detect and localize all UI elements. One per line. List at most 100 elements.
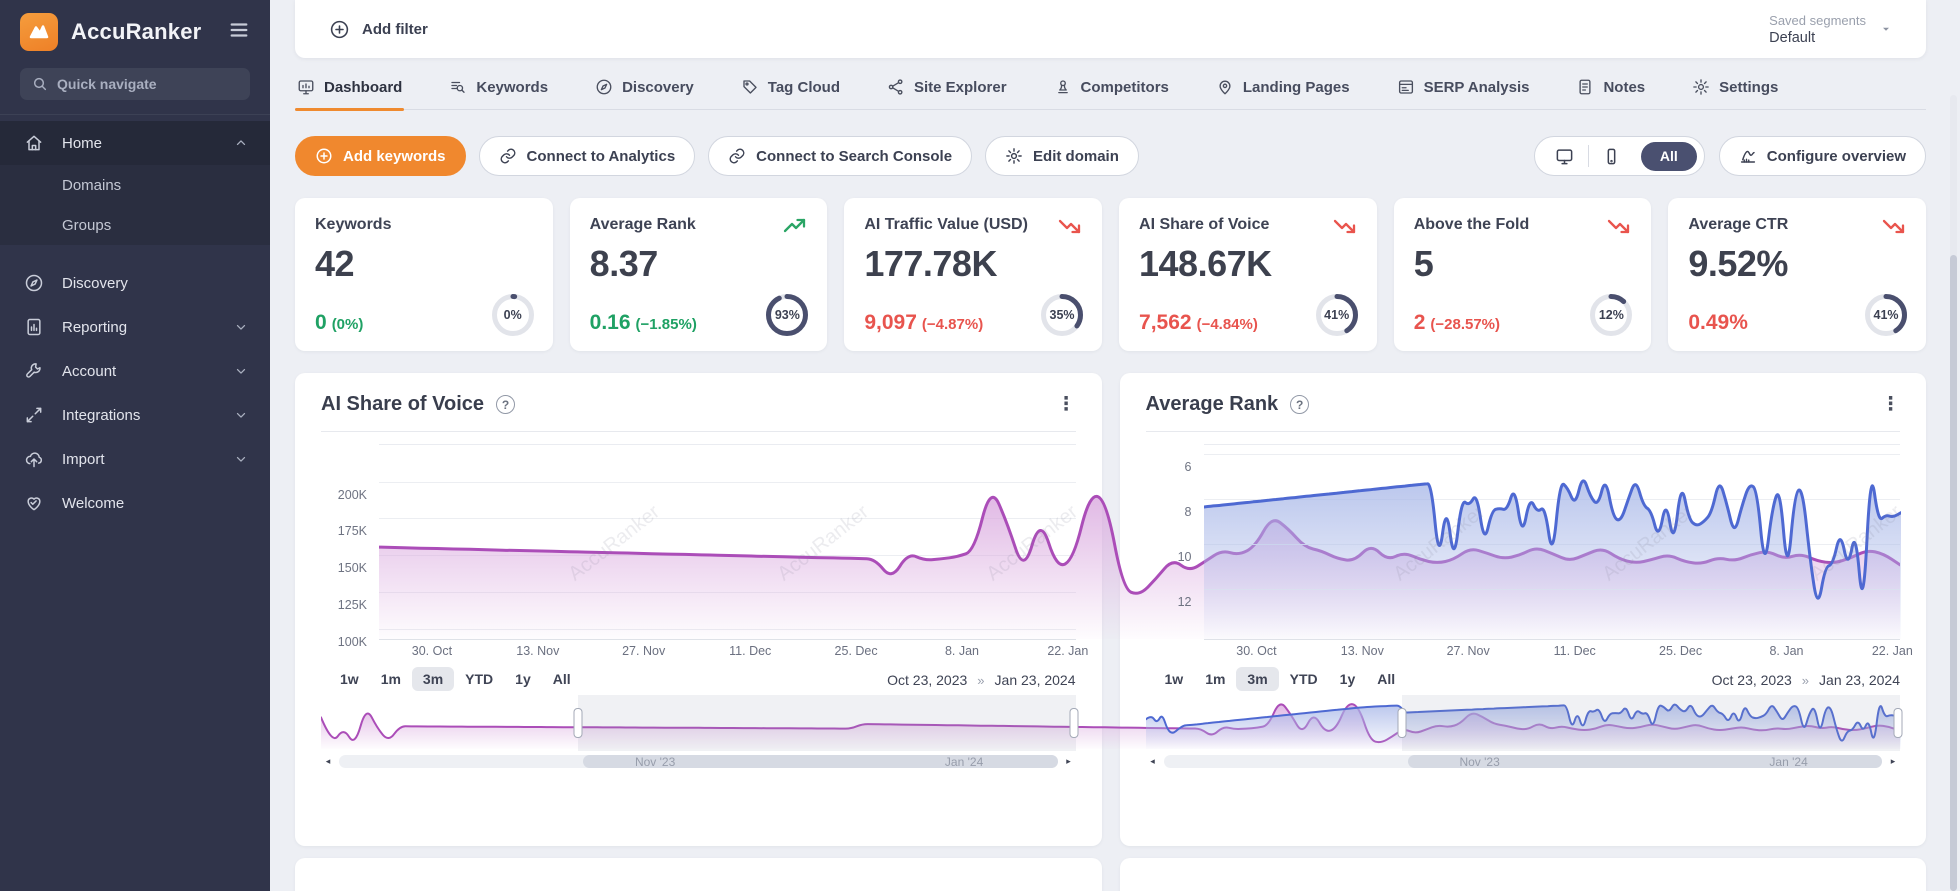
kpi-card-ai-traffic-value-usd-[interactable]: AI Traffic Value (USD) 177.78K 9,097 (−4.…: [844, 198, 1103, 351]
range-button-1w[interactable]: 1w: [329, 667, 370, 691]
chart-title: Average Rank: [1145, 393, 1279, 415]
add-filter-button[interactable]: Add filter: [329, 19, 428, 40]
brush-handle-left[interactable]: [1397, 708, 1407, 738]
kpi-card-ai-share-of-voice[interactable]: AI Share of Voice 148.67K 7,562 (−4.84%) …: [1119, 198, 1377, 351]
y-tick-label: 6: [1184, 460, 1192, 475]
sidebar-item-reporting[interactable]: Reporting: [0, 305, 270, 349]
tab-dashboard[interactable]: Dashboard: [295, 76, 405, 111]
tab-notes[interactable]: Notes: [1574, 76, 1647, 109]
chevron-down-icon: [234, 320, 248, 334]
x-tick-label: 11. Dec: [1553, 644, 1596, 658]
page-scrollbar-thumb[interactable]: [1950, 255, 1957, 891]
trend-down-icon: [1607, 216, 1631, 236]
tab-discovery[interactable]: Discovery: [593, 76, 696, 109]
sidebar-item-discovery[interactable]: Discovery: [0, 261, 270, 305]
mobile-icon: [1602, 147, 1621, 166]
scroll-right-icon[interactable]: ▸: [1886, 754, 1900, 769]
filter-bar: Add filter Saved segments Default: [295, 0, 1926, 58]
range-button-1w[interactable]: 1w: [1154, 667, 1195, 691]
help-icon[interactable]: ?: [496, 395, 516, 414]
date-range[interactable]: Oct 23, 2023 » Jan 23, 2024: [1712, 672, 1900, 688]
tab-site-explorer[interactable]: Site Explorer: [885, 76, 1009, 109]
range-button-1m[interactable]: 1m: [1194, 667, 1236, 691]
chart-scrollbar[interactable]: ◂ Nov '23 Jan '24 ▸: [321, 754, 1076, 769]
date-range[interactable]: Oct 23, 2023 » Jan 23, 2024: [887, 672, 1075, 688]
configure-overview-button[interactable]: Configure overview: [1718, 136, 1926, 176]
brush-handle-left[interactable]: [573, 708, 583, 738]
range-button-3m[interactable]: 3m: [411, 667, 455, 691]
kpi-card-above-the-fold[interactable]: Above the Fold 5 2 (−28.57%) 12%: [1393, 198, 1652, 351]
kpi-change: 9,097 (−4.87%): [864, 311, 984, 334]
next-row-cards: [295, 858, 1926, 891]
page-scrollbar[interactable]: [1950, 95, 1957, 891]
all-devices-toggle-button[interactable]: All: [1640, 141, 1697, 171]
brush-selection[interactable]: [1402, 695, 1900, 751]
scrollbar-thumb[interactable]: [1407, 755, 1882, 768]
hamburger-menu-icon[interactable]: [228, 19, 250, 46]
sidebar: AccuRanker Quick navigate Home Domains Gr…: [0, 0, 270, 891]
add-keywords-button[interactable]: Add keywords: [295, 136, 466, 176]
range-button-3m[interactable]: 3m: [1236, 667, 1279, 691]
kpi-change: 0 (0%): [315, 311, 364, 334]
x-axis-labels: 30. Oct 13. Nov 27. Nov 11. Dec 25. Dec 8. Ja…: [1204, 644, 1913, 664]
sidebar-subitem-groups[interactable]: Groups: [0, 205, 270, 245]
kpi-change: 0.16 (−1.85%): [589, 311, 697, 334]
brush-handle-right[interactable]: [1893, 708, 1903, 738]
quick-navigate-input[interactable]: Quick navigate: [20, 68, 250, 100]
brush-selection[interactable]: [577, 695, 1076, 751]
desktop-toggle-button[interactable]: [1542, 147, 1588, 166]
sidebar-item-import[interactable]: Import: [0, 437, 270, 481]
connect-analytics-button[interactable]: Connect to Analytics: [478, 136, 696, 176]
chart-icon: [1739, 147, 1757, 165]
kpi-title: Average Rank: [589, 216, 696, 233]
sidebar-item-home[interactable]: Home: [0, 121, 270, 165]
tab-serp-analysis[interactable]: SERP Analysis: [1395, 76, 1532, 109]
range-button-all[interactable]: All: [1366, 667, 1406, 691]
chart-scrollbar[interactable]: ◂ Nov '23 Jan '24 ▸: [1146, 754, 1901, 769]
sidebar-item-account[interactable]: Account: [0, 349, 270, 393]
tab-competitors[interactable]: Competitors: [1052, 76, 1171, 109]
range-button-all[interactable]: All: [542, 667, 582, 691]
sidebar-subitem-domains[interactable]: Domains: [0, 165, 270, 205]
tab-keywords[interactable]: Keywords: [447, 76, 550, 109]
mobile-toggle-button[interactable]: [1589, 147, 1635, 166]
y-axis-labels: 6 8 10 12: [1146, 444, 1204, 640]
kebab-menu-icon[interactable]: ⋮: [1057, 395, 1076, 414]
scrollbar-thumb[interactable]: [583, 755, 1058, 768]
help-icon[interactable]: ?: [1290, 395, 1310, 414]
tab-tag-cloud[interactable]: Tag Cloud: [739, 76, 842, 109]
x-tick-label: 27. Nov: [622, 644, 666, 658]
scroll-left-icon[interactable]: ◂: [1146, 754, 1160, 769]
x-tick-label: 25. Dec: [1659, 644, 1703, 658]
chart-brush[interactable]: [321, 695, 1900, 751]
chart-brush[interactable]: [1145, 695, 1903, 751]
kpi-donut: 41%: [1862, 291, 1910, 339]
range-button-1m[interactable]: 1m: [370, 667, 412, 691]
compass-icon: [24, 273, 44, 293]
tab-landing-pages[interactable]: Landing Pages: [1214, 76, 1352, 109]
tab-settings[interactable]: Settings: [1690, 76, 1780, 109]
edit-domain-button[interactable]: Edit domain: [985, 136, 1139, 176]
brush-handle-right[interactable]: [1069, 708, 1078, 738]
chart-plot[interactable]: AccuRankerAccuRankerAccuRanker: [1203, 444, 1906, 640]
kpi-card-average-rank[interactable]: Average Rank 8.37 0.16 (−1.85%) 93%: [569, 198, 828, 351]
connect-search-console-button[interactable]: Connect to Search Console: [708, 136, 973, 176]
range-button-ytd[interactable]: YTD: [454, 667, 504, 691]
scroll-right-icon[interactable]: ▸: [1062, 754, 1076, 769]
sidebar-item-welcome[interactable]: Welcome: [0, 481, 270, 525]
kebab-menu-icon[interactable]: ⋮: [1881, 395, 1900, 414]
range-button-1y[interactable]: 1y: [504, 667, 542, 691]
range-button-ytd[interactable]: YTD: [1279, 667, 1329, 691]
chevron-down-icon: [234, 408, 248, 422]
y-tick-label: 125K: [337, 597, 367, 612]
range-button-1y[interactable]: 1y: [1329, 667, 1367, 691]
sidebar-item-integrations[interactable]: Integrations: [0, 393, 270, 437]
chart-plot[interactable]: AccuRankerAccuRankerAccuRanker: [379, 444, 1900, 640]
notes-icon: [1576, 78, 1594, 96]
chevron-up-icon: [234, 136, 248, 150]
card-partial: [1119, 858, 1926, 891]
kpi-card-keywords[interactable]: Keywords 42 0 (0%) 0%: [295, 198, 553, 351]
scroll-left-icon[interactable]: ◂: [321, 754, 335, 769]
saved-segments-dropdown[interactable]: Saved segments Default: [1769, 13, 1892, 46]
kpi-card-average-ctr[interactable]: Average CTR 9.52% 0.49% 41%: [1668, 198, 1927, 351]
